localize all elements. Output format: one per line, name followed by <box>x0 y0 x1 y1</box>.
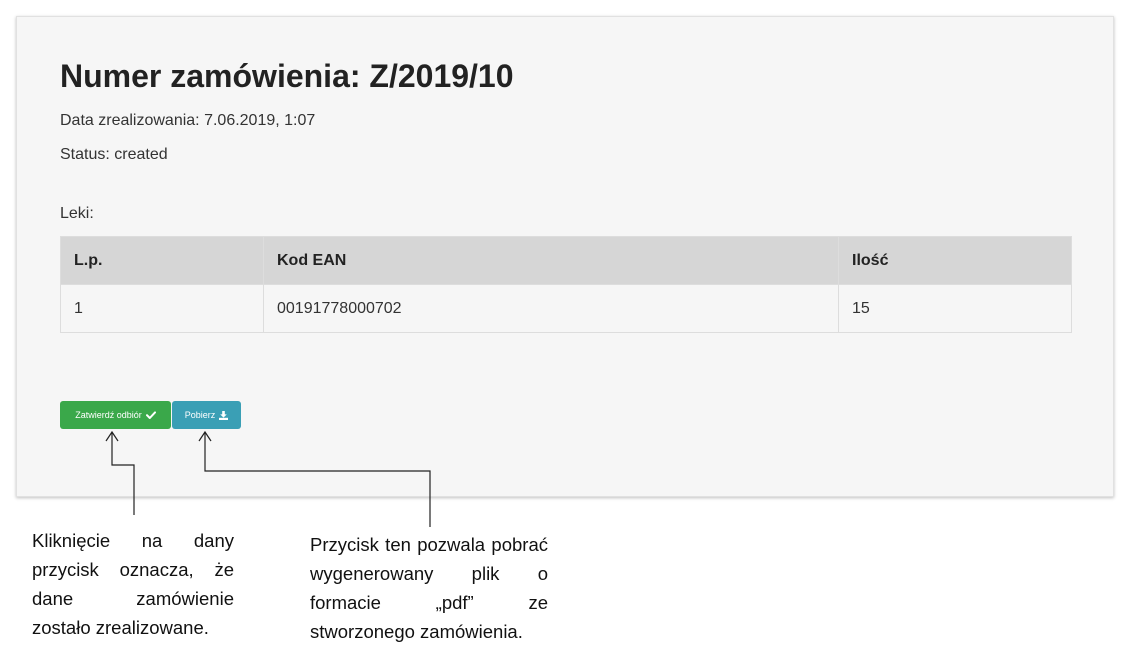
check-icon <box>145 411 156 419</box>
column-header-quantity: Ilość <box>838 236 1072 285</box>
drugs-table: L.p. Kod EAN Ilość 1 00191778000702 15 <box>60 236 1072 333</box>
column-header-ean: Kod EAN <box>263 236 839 285</box>
page-title: Numer zamówienia: Z/2019/10 <box>60 58 514 94</box>
download-button-annotation: Przycisk ten pozwala pobrać wygenerowany… <box>310 534 548 642</box>
confirm-button-annotation: Kliknięcie na dany przycisk oznacza, że … <box>32 530 234 638</box>
column-header-lp: L.p. <box>60 236 264 285</box>
download-label: Pobierz <box>184 410 216 420</box>
confirm-pickup-button[interactable]: Zatwierdź odbiór <box>60 401 171 429</box>
table-row: 1 00191778000702 15 <box>60 284 1072 333</box>
cell-ean: 00191778000702 <box>263 284 839 333</box>
order-status: Status: created <box>60 146 168 163</box>
table-header-row: L.p. Kod EAN Ilość <box>60 236 1072 285</box>
completion-date: Data zrealizowania: 7.06.2019, 1:07 <box>60 112 316 129</box>
cell-quantity: 15 <box>838 284 1072 333</box>
cell-lp: 1 <box>60 284 264 333</box>
download-button[interactable]: Pobierz <box>172 401 241 429</box>
confirm-pickup-label: Zatwierdź odbiór <box>75 410 142 420</box>
drugs-label: Leki: <box>60 205 94 222</box>
download-icon <box>219 410 229 420</box>
